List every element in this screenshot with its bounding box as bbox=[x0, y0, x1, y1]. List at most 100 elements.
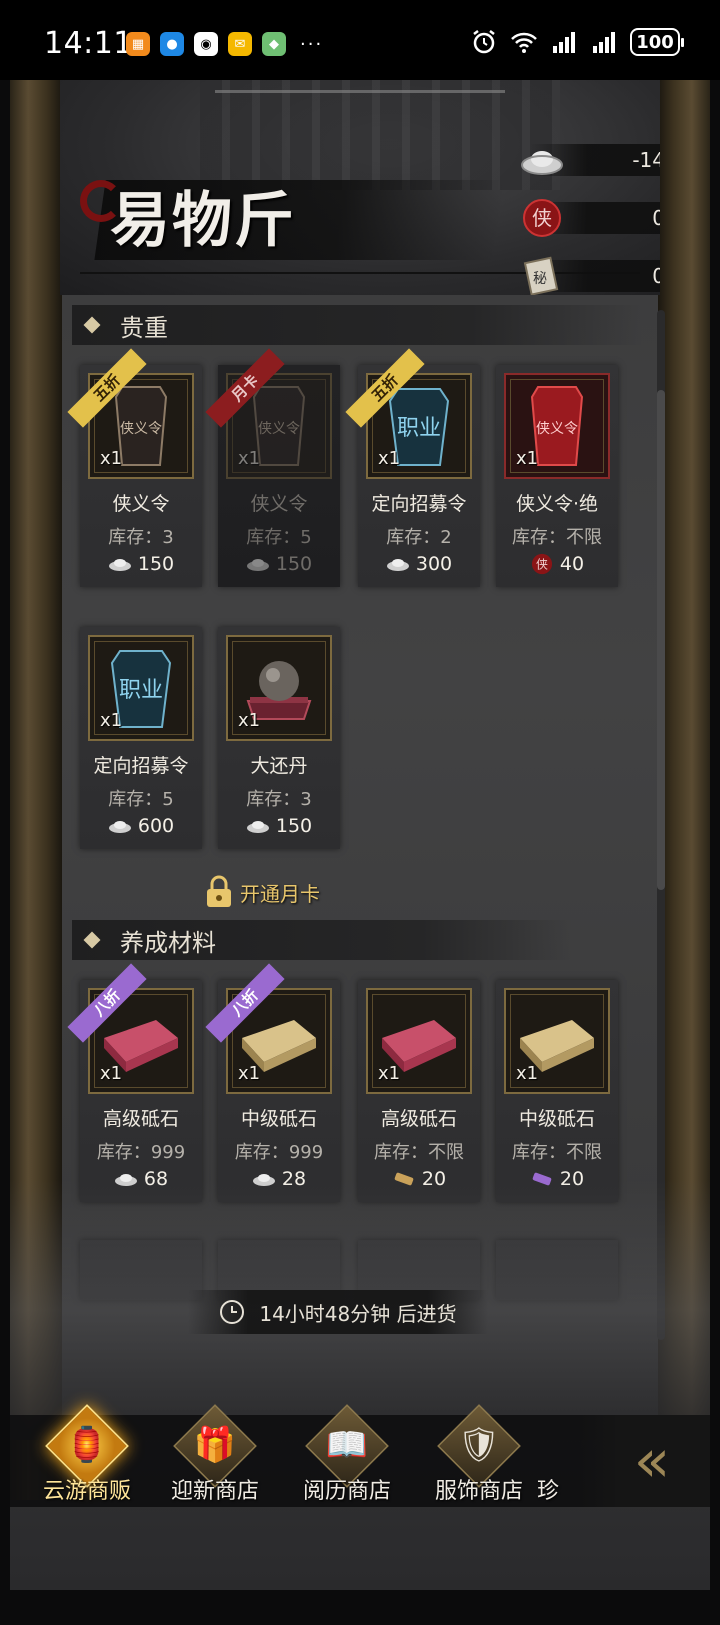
item-stock: 库存：2 bbox=[386, 527, 452, 548]
silver-ingot-icon bbox=[108, 559, 131, 571]
item-stock: 库存：不限 bbox=[512, 1142, 602, 1163]
right-pillar bbox=[658, 80, 710, 1500]
shop-item-card-partial[interactable] bbox=[496, 1240, 618, 1300]
item-price: 300 bbox=[358, 553, 480, 575]
item-quantity: x1 bbox=[378, 1063, 401, 1084]
svg-text:秘: 秘 bbox=[533, 271, 547, 287]
pavilion-coin-icon: 🏮 bbox=[65, 1425, 109, 1465]
restock-text: 14小时48分钟 后进货 bbox=[259, 1301, 457, 1326]
tab-label: 珍 bbox=[536, 1479, 559, 1504]
silver-ingot-icon bbox=[252, 1174, 275, 1186]
tab-label: 云游商贩 bbox=[42, 1479, 131, 1504]
item-name: 侠义令 bbox=[112, 493, 170, 515]
xia-token-icon: 侠 bbox=[531, 553, 552, 575]
item-price: 150 bbox=[218, 553, 340, 575]
tab-cloud-merchant[interactable]: 🏮 云游商贩 bbox=[24, 1404, 150, 1509]
item-name: 中级砥石 bbox=[240, 1108, 317, 1130]
message-app-icon: ● bbox=[160, 32, 184, 56]
item-quantity: x1 bbox=[238, 448, 261, 469]
battery-icon: 100 bbox=[630, 28, 684, 56]
notification-icons: ▦ ● ◉ ✉ ◆ ··· bbox=[126, 32, 323, 56]
status-time: 14:11 bbox=[44, 26, 133, 61]
shop-item-card[interactable]: 职业 x1 定向招募令 库存：5 600 bbox=[80, 627, 202, 849]
svg-text:职业: 职业 bbox=[397, 416, 441, 441]
silver-ingot-icon bbox=[108, 821, 131, 833]
item-stock: 库存：999 bbox=[96, 1142, 186, 1163]
qq-icon: ◉ bbox=[194, 32, 218, 56]
section-header-materials: 养成材料 bbox=[72, 920, 572, 960]
tab-treasure-shop[interactable]: 珍 bbox=[518, 1409, 578, 1509]
item-price: 20 bbox=[358, 1168, 480, 1190]
treasure-chest-icon: 🎁 bbox=[193, 1425, 237, 1465]
item-price: 20 bbox=[496, 1168, 618, 1190]
item-quantity: x1 bbox=[238, 710, 261, 731]
svg-text:侠: 侠 bbox=[536, 558, 548, 572]
shop-item-card[interactable]: 侠义令 x1 五折 侠义令 库存：3 150 bbox=[67, 348, 202, 587]
silver-ingot-icon bbox=[246, 559, 269, 571]
clock-icon bbox=[220, 1300, 245, 1324]
svg-text:侠义令: 侠义令 bbox=[258, 421, 300, 437]
shop-item-card[interactable]: x1 八折 中级砥石 库存：999 28 bbox=[205, 963, 340, 1202]
shop-item-card-locked[interactable]: 侠义令 x1 月卡 侠义令 库存：5 150 bbox=[205, 348, 340, 587]
shop-item-card[interactable]: x1 八折 高级砥石 库存：999 68 bbox=[67, 963, 202, 1202]
restock-timer: 14小时48分钟 后进货 bbox=[188, 1290, 488, 1334]
signal-icon bbox=[553, 32, 575, 53]
shop-header: 易物斤 -14 侠 0 秘 0 bbox=[60, 80, 660, 295]
shop-item-card[interactable]: x1 高级砥石 库存：不限 20 bbox=[358, 980, 480, 1202]
item-thumbnail: 侠义令 x1 bbox=[504, 373, 610, 479]
svg-text:侠义令: 侠义令 bbox=[536, 421, 578, 437]
shop-item-card[interactable]: x1 中级砥石 库存：不限 20 bbox=[496, 980, 618, 1202]
status-bar: 14:11 ▦ ● ◉ ✉ ◆ ··· 100 bbox=[0, 0, 720, 80]
silver-ingot-icon bbox=[114, 1174, 137, 1186]
item-price: 600 bbox=[80, 815, 202, 837]
item-quantity: x1 bbox=[516, 448, 539, 469]
shop-item-card[interactable]: x1 大还丹 库存：3 150 bbox=[218, 627, 340, 849]
shop-item-card-partial[interactable] bbox=[80, 1240, 202, 1300]
item-name: 定向招募令 bbox=[371, 493, 467, 515]
item-quantity: x1 bbox=[238, 1063, 261, 1084]
item-stock: 库存：不限 bbox=[512, 527, 602, 548]
item-name: 大还丹 bbox=[250, 755, 308, 777]
tab-label: 迎新商店 bbox=[170, 1479, 259, 1504]
page-title: 易物斤 bbox=[110, 186, 296, 256]
xia-token-icon: 侠 bbox=[520, 198, 564, 238]
collapse-tabs-button[interactable]: « bbox=[580, 1415, 710, 1507]
currency-xia: 侠 0 bbox=[523, 199, 660, 237]
more-notifications-icon: ··· bbox=[300, 33, 324, 55]
tab-label: 阅历商店 bbox=[302, 1479, 391, 1504]
item-name: 高级砥石 bbox=[102, 1108, 179, 1130]
section-title: 养成材料 bbox=[120, 928, 216, 957]
wifi-icon bbox=[511, 32, 537, 53]
shop-item-card[interactable]: 侠义令 x1 侠义令·绝 库存：不限 侠 40 bbox=[496, 365, 618, 587]
item-price: 150 bbox=[218, 815, 340, 837]
app-notification-icon: ▦ bbox=[126, 32, 150, 56]
unlock-monthly-card-button[interactable]: 开通月卡 bbox=[204, 875, 320, 909]
double-chevron-left-icon: « bbox=[633, 1426, 671, 1496]
item-name: 中级砥石 bbox=[518, 1108, 595, 1130]
item-stock: 库存：3 bbox=[246, 789, 312, 810]
item-stock: 库存：3 bbox=[108, 527, 174, 548]
item-name: 定向招募令 bbox=[93, 755, 189, 777]
book-icon: 📖 bbox=[325, 1425, 369, 1465]
item-price: 150 bbox=[80, 553, 202, 575]
app-screen: 易物斤 -14 侠 0 秘 0 贵重 侠义令 x1 五折 侠义令 库存：3 15… bbox=[0, 80, 720, 1625]
diamond-bullet-icon bbox=[83, 316, 101, 334]
section-title: 贵重 bbox=[120, 313, 168, 342]
tab-experience-shop[interactable]: 📖 阅历商店 bbox=[284, 1404, 410, 1509]
status-indicators: 100 bbox=[470, 28, 684, 56]
tab-welcome-shop[interactable]: 🎁 迎新商店 bbox=[152, 1404, 278, 1509]
diamond-bullet-icon bbox=[83, 931, 101, 949]
currency-value: 0 bbox=[652, 264, 660, 288]
scrollbar-thumb[interactable] bbox=[657, 390, 665, 890]
shop-item-card[interactable]: 职业 x1 五折 定向招募令 库存：2 300 bbox=[345, 348, 480, 587]
item-name: 高级砥石 bbox=[380, 1108, 457, 1130]
item-stock: 库存：5 bbox=[246, 527, 312, 548]
currency-value: 0 bbox=[652, 206, 660, 230]
svg-text:侠义令: 侠义令 bbox=[120, 421, 162, 437]
item-quantity: x1 bbox=[100, 448, 123, 469]
silver-ingot-icon bbox=[386, 559, 409, 571]
alarm-icon bbox=[473, 30, 495, 54]
gold-scroll-icon bbox=[394, 1172, 414, 1186]
mail-icon: ✉ bbox=[228, 32, 252, 56]
signal-icon-2 bbox=[593, 32, 615, 53]
